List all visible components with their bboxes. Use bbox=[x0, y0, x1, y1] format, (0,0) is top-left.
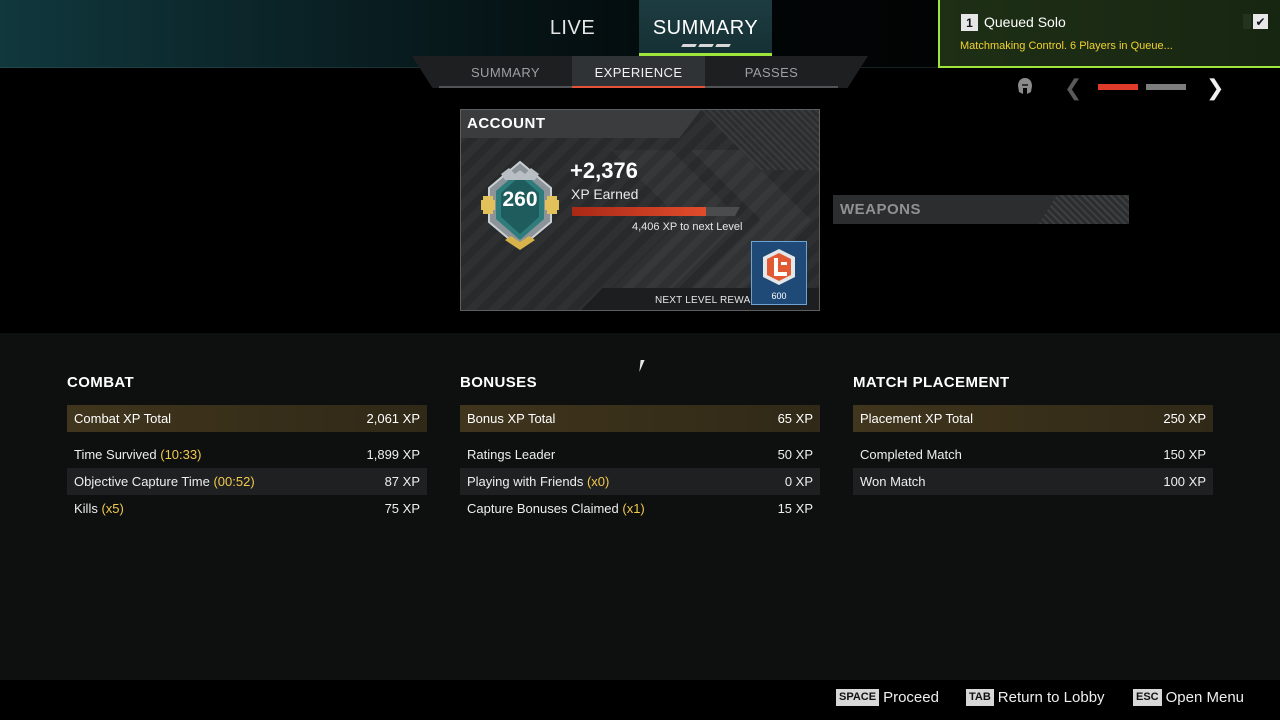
item-value: 1,899 XP bbox=[366, 447, 421, 462]
item-multiplier: (x0) bbox=[586, 474, 610, 489]
bonuses-rows: Ratings Leader 50 XP Playing with Friend… bbox=[460, 441, 820, 522]
tab-summary-label: SUMMARY bbox=[652, 16, 759, 39]
helmet-icon bbox=[1018, 78, 1032, 99]
item-label: Playing with Friends bbox=[467, 474, 584, 489]
list-item: Ratings Leader 50 XP bbox=[460, 441, 820, 468]
tab-summary[interactable]: SUMMARY bbox=[639, 0, 772, 56]
item-value: 75 XP bbox=[384, 501, 420, 516]
xp-progress-bar bbox=[572, 207, 740, 216]
item-value: 50 XP bbox=[777, 447, 813, 462]
weapons-title: WEAPONS bbox=[840, 201, 922, 218]
placement-total-row: Placement XP Total 250 XP bbox=[853, 405, 1213, 432]
return-to-lobby-button[interactable]: TAB Return to Lobby bbox=[966, 689, 1105, 706]
placement-total-value: 250 XP bbox=[1163, 411, 1206, 426]
item-multiplier: (00:52) bbox=[213, 474, 255, 489]
xp-to-next-level: 4,406 XP to next Level bbox=[632, 221, 743, 233]
page-indicator-1[interactable] bbox=[1098, 84, 1138, 90]
combat-rows: Time Survived (10:33) 1,899 XP Objective… bbox=[67, 441, 427, 522]
placement-title: MATCH PLACEMENT bbox=[853, 374, 1010, 391]
bonuses-section: BONUSES Bonus XP Total 65 XP Ratings Lea… bbox=[460, 374, 820, 522]
open-menu-label: Open Menu bbox=[1165, 689, 1245, 706]
item-value: 100 XP bbox=[1163, 474, 1206, 489]
prev-page-icon[interactable]: ❮ bbox=[1064, 75, 1082, 101]
proceed-button[interactable]: SPACE Proceed bbox=[836, 689, 939, 706]
proceed-label: Proceed bbox=[883, 689, 939, 706]
item-value: 150 XP bbox=[1163, 447, 1206, 462]
tab-live-label: LIVE bbox=[549, 16, 596, 39]
main-tabs: LIVE SUMMARY bbox=[506, 0, 772, 56]
item-value: 15 XP bbox=[777, 501, 813, 516]
subtab-experience-label: EXPERIENCE bbox=[594, 64, 683, 80]
placement-total-label: Placement XP Total bbox=[860, 411, 973, 426]
item-multiplier: (x5) bbox=[101, 501, 124, 516]
combat-section: COMBAT Combat XP Total 2,061 XP Time Sur… bbox=[67, 374, 427, 522]
ready-checkbox[interactable]: ✔ bbox=[1243, 14, 1268, 29]
tab-live[interactable]: LIVE bbox=[506, 0, 639, 56]
next-page-icon[interactable]: ❯ bbox=[1206, 75, 1224, 101]
item-label: Capture Bonuses Claimed bbox=[467, 501, 619, 516]
account-card: ACCOUNT 260 +2,376 XP Earned 4,406 XP to… bbox=[460, 109, 820, 311]
list-item: Won Match 100 XP bbox=[853, 468, 1213, 495]
return-to-lobby-label: Return to Lobby bbox=[997, 689, 1105, 706]
account-level: 260 bbox=[502, 188, 538, 211]
level-badge: 260 bbox=[479, 160, 561, 257]
page-indicator-2[interactable] bbox=[1146, 84, 1186, 90]
mouse-cursor-icon bbox=[639, 360, 649, 372]
item-value: 0 XP bbox=[784, 474, 813, 489]
combat-total-row: Combat XP Total 2,061 XP bbox=[67, 405, 427, 432]
placement-rows: Completed Match 150 XP Won Match 100 XP bbox=[853, 441, 1213, 495]
next-level-reward-label: NEXT LEVEL REWARD bbox=[655, 295, 766, 306]
list-item: Kills (x5) 75 XP bbox=[67, 495, 427, 522]
bonuses-total-label: Bonus XP Total bbox=[467, 411, 556, 426]
item-multiplier: (10:33) bbox=[160, 447, 202, 462]
xp-earned-label: XP Earned bbox=[571, 186, 639, 202]
xp-earned-value: +2,376 bbox=[570, 158, 638, 183]
combat-total-label: Combat XP Total bbox=[74, 411, 172, 426]
list-item: Objective Capture Time (00:52) 87 XP bbox=[67, 468, 427, 495]
item-label: Kills bbox=[74, 501, 98, 516]
account-title: ACCOUNT bbox=[467, 115, 546, 132]
item-label: Won Match bbox=[860, 474, 926, 489]
subtab-passes-label: PASSES bbox=[744, 64, 799, 80]
xp-progress-fill bbox=[572, 207, 707, 216]
queue-status: Matchmaking Control. 6 Players in Queue.… bbox=[960, 40, 1173, 52]
reward-amount: 600 bbox=[771, 291, 787, 301]
placement-section: MATCH PLACEMENT Placement XP Total 250 X… bbox=[853, 374, 1213, 495]
combat-total-value: 2,061 XP bbox=[366, 411, 421, 426]
bonuses-title: BONUSES bbox=[460, 374, 537, 391]
list-item: Time Survived (10:33) 1,899 XP bbox=[67, 441, 427, 468]
legend-tokens-icon bbox=[763, 249, 795, 285]
combat-title: COMBAT bbox=[67, 374, 135, 391]
list-item: Completed Match 150 XP bbox=[853, 441, 1213, 468]
sub-tabs: SUMMARY EXPERIENCE PASSES bbox=[439, 56, 838, 88]
item-multiplier: (x1) bbox=[622, 501, 645, 516]
list-item: Capture Bonuses Claimed (x1) 15 XP bbox=[460, 495, 820, 522]
item-label: Completed Match bbox=[860, 447, 962, 462]
queue-notification[interactable]: 1 Queued Solo Matchmaking Control. 6 Pla… bbox=[938, 0, 1280, 68]
open-menu-button[interactable]: ESC Open Menu bbox=[1133, 689, 1244, 706]
subtab-experience[interactable]: EXPERIENCE bbox=[572, 56, 705, 88]
space-key-badge: SPACE bbox=[836, 689, 880, 706]
subtab-summary[interactable]: SUMMARY bbox=[439, 56, 572, 88]
bonuses-total-value: 65 XP bbox=[777, 411, 813, 426]
queue-title: Queued Solo bbox=[984, 14, 1066, 30]
active-tab-dashes bbox=[680, 44, 731, 47]
bonuses-total-row: Bonus XP Total 65 XP bbox=[460, 405, 820, 432]
reward-item[interactable]: 600 bbox=[751, 241, 807, 305]
weapons-hatch bbox=[1039, 195, 1129, 224]
item-label: Ratings Leader bbox=[467, 447, 556, 462]
item-label: Time Survived bbox=[74, 447, 157, 462]
subtab-summary-label: SUMMARY bbox=[470, 64, 540, 80]
party-size-badge: 1 bbox=[961, 14, 978, 31]
tab-key-badge: TAB bbox=[966, 689, 994, 706]
item-value: 87 XP bbox=[384, 474, 420, 489]
weapons-panel: WEAPONS bbox=[833, 195, 1129, 224]
esc-key-badge: ESC bbox=[1133, 689, 1162, 706]
summary-pager: ❮ ❯ bbox=[1016, 74, 1228, 100]
item-label: Objective Capture Time bbox=[74, 474, 210, 489]
subtab-passes[interactable]: PASSES bbox=[705, 56, 838, 88]
list-item: Playing with Friends (x0) 0 XP bbox=[460, 468, 820, 495]
